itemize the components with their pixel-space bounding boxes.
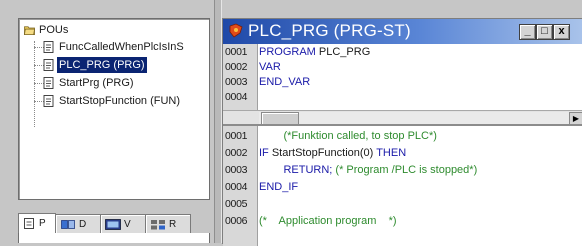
code-text: END_IF [259,180,298,195]
line-number: 0004 [225,181,248,193]
comment-token: (* Program /PLC is stopped*) [335,164,478,176]
line-number: 0001 [225,130,248,142]
declaration-editor[interactable]: 0001 PROGRAM PLC_PRG 0002 VAR 0003 END_VAR 000… [223,44,582,110]
resources-tab-icon [151,220,165,230]
tree-item-label: FuncCalledWhenPlcIsInS [59,41,184,53]
comment-token: (*Funktion called, to stop PLC*) [259,130,437,142]
code-text: END_VAR [259,75,310,90]
line-number: 0003 [225,164,248,176]
code-line[interactable]: 0004 [223,90,582,105]
keyword-token: VAR [259,61,281,73]
pou-document-icon [43,59,54,71]
pou-document-icon [43,41,54,53]
tree-root-label: POUs [39,24,69,36]
tree-connector [34,41,35,127]
tab-label: R [169,219,177,230]
code-line[interactable]: 0002 IF StartStopFunction(0) THEN [223,146,582,161]
keyword-token: THEN [376,147,407,159]
pou-document-icon [43,77,54,89]
line-number: 0004 [225,91,248,103]
pou-window-icon [229,23,243,38]
keyword-token: END_VAR [259,76,311,88]
datatypes-tab-icon [61,220,75,229]
code-text: VAR [259,60,281,75]
tab-label: V [124,219,131,230]
line-number: 0005 [225,198,248,210]
maximize-button[interactable]: □ [536,24,553,40]
code-line[interactable]: 0003 RETURN; (* Program /PLC is stopped*… [223,163,582,178]
pane-splitter[interactable] [214,0,222,243]
visualization-tab-icon [105,219,121,230]
line-number: 0003 [225,76,248,88]
tab-datatypes[interactable]: D [55,214,101,234]
code-line[interactable]: 0003 END_VAR [223,75,582,90]
line-number: 0001 [225,46,248,58]
pou-editor-window: PLC_PRG (PRG-ST) _ □ x 0001 PROGRAM PLC_P… [222,18,582,246]
tab-label: P [39,218,46,229]
code-line[interactable]: 0004 END_IF [223,180,582,195]
keyword-token: IF [259,147,272,159]
identifier-token: PLC_PRG [318,46,371,58]
code-text: PROGRAM PLC_PRG [259,45,370,60]
code-text: (*Funktion called, to stop PLC*) [259,129,437,144]
pou-tree[interactable]: POUs FuncCalledWhenPlcIsInS PLC_PRG (PRG… [18,18,210,200]
line-number: 0002 [225,61,248,73]
tree-item-label: StartPrg (PRG) [59,77,134,89]
body-editor[interactable]: 0001 (*Funktion called, to stop PLC*) 000… [223,124,582,246]
tab-pous[interactable]: P [18,213,56,235]
scroll-track[interactable] [259,112,569,124]
tab-label: D [79,219,87,230]
minimize-button[interactable]: _ [519,24,536,40]
tree-item-label: PLC_PRG (PRG) [57,57,147,73]
code-line[interactable]: 0001 PROGRAM PLC_PRG [223,45,582,60]
code-line[interactable]: 0002 VAR [223,60,582,75]
declaration-hscrollbar[interactable]: ▶ [223,110,582,125]
code-text: (* Application program *) [259,214,397,229]
comment-token: (* Application program *) [259,215,397,227]
code-line[interactable]: 0005 [223,197,582,212]
code-line[interactable]: 0006 (* Application program *) [223,214,582,229]
keyword-token: PROGRAM [259,46,319,58]
keyword-token: RETURN; [259,164,336,176]
editor-titlebar[interactable]: PLC_PRG (PRG-ST) _ □ x [223,19,582,44]
identifier-token: StartStopFunction(0) [271,147,377,159]
line-number: 0006 [225,215,248,227]
close-button[interactable]: x [553,24,570,40]
folder-open-icon [24,26,35,35]
tree-item-label: StartStopFunction (FUN) [59,95,181,107]
line-number: 0002 [225,147,248,159]
pou-document-icon [43,95,54,107]
tab-visualizations[interactable]: V [100,214,146,234]
editor-title: PLC_PRG (PRG-ST) [248,21,411,40]
keyword-token: END_IF [259,181,299,193]
pou-tab-icon [24,218,34,229]
code-text: RETURN; (* Program /PLC is stopped*) [259,163,477,178]
code-line[interactable]: 0001 (*Funktion called, to stop PLC*) [223,129,582,144]
tab-content-area [18,233,210,243]
code-text: IF StartStopFunction(0) THEN [259,146,406,161]
object-organizer-pane: POUs FuncCalledWhenPlcIsInS PLC_PRG (PRG… [0,0,214,243]
tab-resources[interactable]: R [145,214,191,234]
